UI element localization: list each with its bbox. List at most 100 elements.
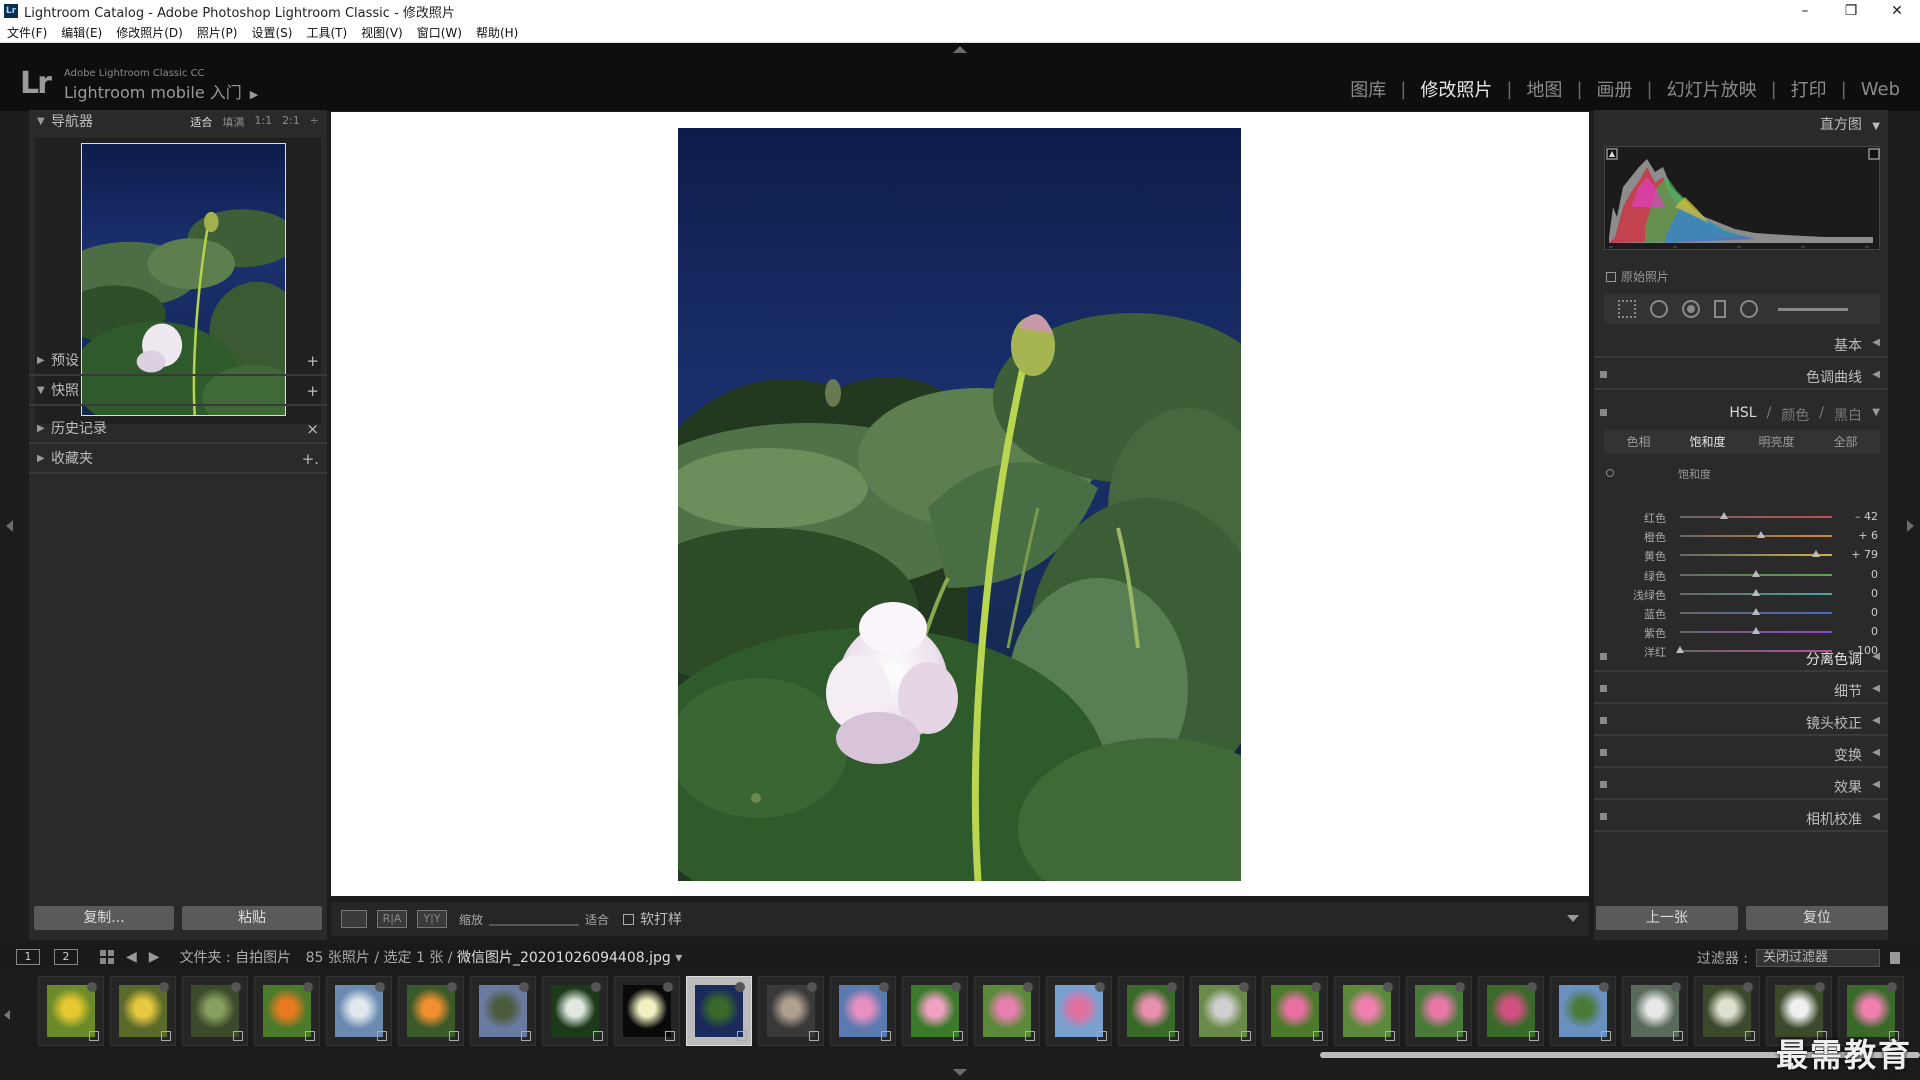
slider-thumb[interactable] [1812, 550, 1821, 558]
thumbnail-flag-icon[interactable] [1383, 982, 1393, 992]
minimize-button[interactable]: – [1782, 0, 1828, 22]
collections-section[interactable]: ▶ 收藏夹 +. [29, 444, 327, 474]
module-slideshow[interactable]: 幻灯片放映 [1667, 76, 1757, 102]
thumbnail-flag-icon[interactable] [375, 982, 385, 992]
add-collection-icon[interactable]: +. [302, 450, 319, 468]
menu-edit[interactable]: 编辑(E) [61, 24, 102, 41]
section-toggle-switch[interactable] [1600, 653, 1607, 660]
module-print[interactable]: 打印 [1791, 76, 1827, 102]
histogram[interactable] [1604, 146, 1880, 250]
section-toggle-switch[interactable] [1600, 781, 1607, 788]
filmstrip-thumbnail[interactable] [1694, 976, 1760, 1046]
targeted-adjustment-icon[interactable] [1606, 469, 1614, 477]
subtab-all[interactable]: 全部 [1811, 430, 1880, 454]
main-window-button[interactable]: 1 [16, 949, 40, 965]
loupe-view-icon[interactable] [341, 910, 367, 928]
original-photo-checkbox[interactable] [1606, 271, 1616, 282]
saturation-slider-row[interactable]: 蓝色 0 [1594, 604, 1888, 622]
adjustment-brush-tool-icon[interactable] [1778, 307, 1848, 311]
close-button[interactable]: ✕ [1874, 0, 1920, 22]
menu-view[interactable]: 视图(V) [361, 24, 403, 41]
collapse-top-panel-icon[interactable] [953, 46, 967, 53]
navigator-mode-fit[interactable]: 适合 [190, 114, 212, 130]
menu-tools[interactable]: 工具(T) [306, 24, 347, 41]
filmstrip-thumbnail[interactable] [902, 976, 968, 1046]
slider-value[interactable]: 0 [1871, 587, 1878, 600]
filmstrip-thumbnail[interactable] [758, 976, 824, 1046]
navigator-mode-fill[interactable]: 填满 [222, 114, 244, 130]
menu-photo[interactable]: 照片(P) [197, 24, 238, 41]
back-arrow-icon[interactable]: ◀ [126, 949, 137, 965]
add-preset-icon[interactable]: + [306, 352, 319, 370]
filmstrip-thumbnail[interactable] [1622, 976, 1688, 1046]
before-after-lr-icon[interactable]: R|A [377, 910, 407, 928]
navigator-header[interactable]: ▼ 导航器 适合 填满 1:1 2:1 ÷ [29, 110, 327, 132]
add-snapshot-icon[interactable]: + [306, 382, 319, 400]
chevron-down-icon[interactable]: ▾ [675, 950, 682, 966]
main-photo[interactable] [678, 128, 1241, 881]
filmstrip-thumbnail[interactable] [326, 976, 392, 1046]
presets-section[interactable]: ▶ 预设 + [29, 346, 327, 376]
clear-history-icon[interactable]: × [306, 420, 319, 438]
filmstrip-thumbnail[interactable] [1478, 976, 1544, 1046]
filmstrip-thumbnail[interactable] [398, 976, 464, 1046]
slider-thumb[interactable] [1720, 512, 1729, 519]
lens-corrections-section[interactable]: 镜头校正 ◀ [1594, 706, 1888, 736]
menu-settings[interactable]: 设置(S) [251, 24, 292, 41]
module-library[interactable]: 图库 [1350, 76, 1386, 102]
effects-section[interactable]: 效果 ◀ [1594, 770, 1888, 800]
module-map[interactable]: 地图 [1526, 76, 1562, 102]
snapshots-section[interactable]: ▼ 快照 + [29, 376, 327, 406]
menu-window[interactable]: 窗口(W) [417, 24, 462, 41]
slider-value[interactable]: 0 [1871, 606, 1878, 619]
thumbnail-flag-icon[interactable] [1311, 982, 1321, 992]
thumbnail-flag-icon[interactable] [879, 982, 889, 992]
filmstrip-thumbnail[interactable] [1334, 976, 1400, 1046]
navigator-mode-2-1[interactable]: 2:1 [282, 114, 300, 130]
reset-button[interactable]: 复位 [1746, 906, 1888, 930]
filmstrip-thumbnail[interactable] [542, 976, 608, 1046]
thumbnail-flag-icon[interactable] [735, 982, 745, 992]
filmstrip-thumbnail[interactable] [470, 976, 536, 1046]
image-canvas[interactable] [331, 112, 1589, 896]
saturation-slider-row[interactable]: 浅绿色 0 [1594, 585, 1888, 603]
detail-section[interactable]: 细节 ◀ [1594, 674, 1888, 704]
split-toning-section[interactable]: 分离色调 ◀ [1594, 642, 1888, 672]
thumbnail-flag-icon[interactable] [303, 982, 313, 992]
module-web[interactable]: Web [1861, 79, 1900, 100]
filmstrip-thumbnail[interactable] [830, 976, 896, 1046]
section-toggle-switch[interactable] [1600, 409, 1607, 416]
soft-proof-checkbox[interactable] [623, 913, 635, 925]
tab-hsl[interactable]: HSL [1729, 405, 1756, 425]
toolbar-options-icon[interactable] [1567, 915, 1579, 922]
tab-bw[interactable]: 黑白 [1834, 405, 1862, 425]
collapse-left-panel-icon[interactable] [6, 520, 13, 532]
thumbnail-flag-icon[interactable] [1167, 982, 1177, 992]
crop-tool-icon[interactable] [1618, 300, 1636, 318]
slider-thumb[interactable] [1756, 531, 1765, 539]
filmstrip-thumbnail[interactable] [254, 976, 320, 1046]
copy-settings-button[interactable]: 复制... [34, 906, 174, 930]
subtab-saturation[interactable]: 饱和度 [1673, 430, 1742, 454]
graduated-filter-tool-icon[interactable] [1714, 300, 1726, 318]
hsl-section-header[interactable]: HSL / 颜色 / 黑白 ▼ [1594, 398, 1888, 428]
thumbnail-flag-icon[interactable] [591, 982, 601, 992]
section-toggle-switch[interactable] [1600, 749, 1607, 756]
thumbnail-flag-icon[interactable] [1599, 982, 1609, 992]
grid-view-icon[interactable] [100, 950, 114, 964]
thumbnail-flag-icon[interactable] [447, 982, 457, 992]
collapse-right-panel-icon[interactable] [1907, 520, 1914, 532]
navigator-mode-spinner[interactable]: ÷ [310, 114, 319, 130]
filter-dropdown[interactable]: 关闭过滤器 [1756, 949, 1880, 967]
filmstrip-thumbnail[interactable] [1046, 976, 1112, 1046]
tone-curve-section[interactable]: 色调曲线 ◀ [1594, 360, 1888, 390]
secondary-window-button[interactable]: 2 [54, 949, 78, 965]
slider-thumb[interactable] [1752, 569, 1760, 577]
red-eye-tool-icon[interactable] [1682, 300, 1700, 318]
saturation-slider-row[interactable]: 绿色 0 [1594, 566, 1888, 584]
camera-calibration-section[interactable]: 相机校准 ◀ [1594, 802, 1888, 832]
filmstrip-thumbnail[interactable] [1190, 976, 1256, 1046]
thumbnail-flag-icon[interactable] [1887, 982, 1897, 992]
radial-filter-tool-icon[interactable] [1740, 300, 1758, 318]
saturation-slider-row[interactable]: 橙色 + 6 [1594, 527, 1888, 545]
